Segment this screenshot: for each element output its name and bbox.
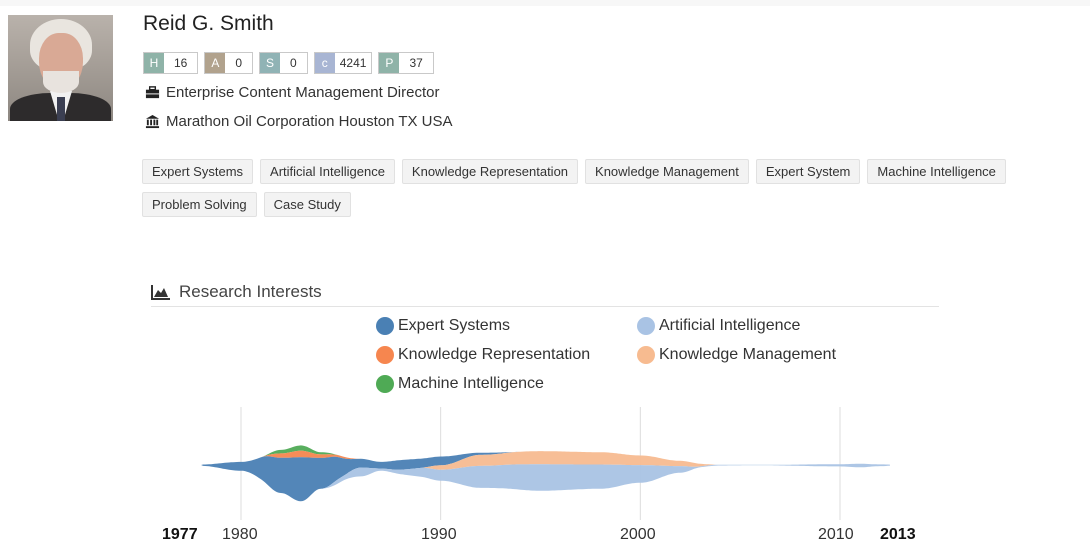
legend-dot bbox=[637, 346, 655, 364]
metric-value: 0 bbox=[280, 53, 307, 73]
legend-label: Machine Intelligence bbox=[398, 375, 544, 392]
tag-chip[interactable]: Knowledge Management bbox=[585, 159, 749, 184]
metric-h-index[interactable]: H 16 bbox=[143, 52, 199, 74]
metric-value: 37 bbox=[399, 53, 433, 73]
metric-value: 4241 bbox=[334, 53, 372, 73]
axis-tick-label: 2000 bbox=[620, 526, 656, 543]
legend-label: Artificial Intelligence bbox=[659, 317, 801, 334]
heading-divider bbox=[151, 306, 939, 307]
tag-chip[interactable]: Expert System bbox=[755, 159, 861, 184]
tag-chip[interactable]: Problem Solving bbox=[142, 192, 257, 217]
axis-end-label: 2013 bbox=[880, 526, 916, 543]
legend-item-knowledge-management[interactable]: Knowledge Management bbox=[637, 346, 836, 364]
metric-papers[interactable]: P 37 bbox=[378, 52, 434, 74]
metrics-row: H 16 A 0 S 0 c 4241 P 37 bbox=[143, 52, 434, 74]
metric-value: 0 bbox=[225, 53, 253, 73]
institution-icon bbox=[145, 114, 160, 129]
legend-label: Knowledge Management bbox=[659, 346, 837, 363]
research-streamgraph bbox=[191, 407, 890, 520]
organization-text: Marathon Oil Corporation Houston TX USA bbox=[166, 113, 453, 130]
tag-chip[interactable]: Machine Intelligence bbox=[867, 159, 1006, 184]
legend-item-artificial-intelligence[interactable]: Artificial Intelligence bbox=[637, 317, 800, 335]
axis-tick-label: 1990 bbox=[421, 526, 457, 543]
tag-chip[interactable]: Knowledge Representation bbox=[401, 159, 579, 184]
legend-dot bbox=[376, 375, 394, 393]
tag-chip[interactable]: Expert Systems bbox=[142, 159, 254, 184]
organization-row: Marathon Oil Corporation Houston TX USA bbox=[145, 113, 453, 130]
metric-key: P bbox=[379, 53, 400, 73]
legend-label: Knowledge Representation bbox=[398, 346, 591, 363]
metric-key: H bbox=[144, 53, 164, 73]
legend-item-knowledge-representation[interactable]: Knowledge Representation bbox=[376, 346, 590, 364]
research-interests-title: Research Interests bbox=[179, 282, 322, 301]
area-chart-icon bbox=[151, 285, 170, 300]
tag-list: Expert Systems Artificial Intelligence Kno… bbox=[142, 159, 1082, 225]
axis-start-label: 1977 bbox=[162, 526, 198, 543]
metric-citations[interactable]: c 4241 bbox=[313, 52, 373, 74]
legend-dot bbox=[376, 317, 394, 335]
axis-tick-label: 1980 bbox=[222, 526, 258, 543]
metric-key: A bbox=[205, 53, 226, 73]
profile-name: Reid G. Smith bbox=[143, 12, 274, 35]
legend-item-machine-intelligence[interactable]: Machine Intelligence bbox=[376, 375, 544, 393]
legend-label: Expert Systems bbox=[398, 317, 511, 334]
position-row: Enterprise Content Management Director bbox=[145, 84, 439, 101]
metric-value: 16 bbox=[164, 53, 198, 73]
legend-dot bbox=[637, 317, 655, 335]
tag-chip[interactable]: Case Study bbox=[263, 192, 351, 217]
position-text: Enterprise Content Management Director bbox=[166, 84, 440, 101]
top-strip bbox=[0, 0, 1090, 6]
metric-s[interactable]: S 0 bbox=[259, 52, 308, 74]
axis-tick-label: 2010 bbox=[818, 526, 854, 543]
tag-chip[interactable]: Artificial Intelligence bbox=[260, 159, 395, 184]
briefcase-icon bbox=[145, 86, 160, 99]
research-interests-heading: Research Interests bbox=[151, 282, 322, 302]
profile-photo bbox=[8, 15, 113, 121]
metric-key: S bbox=[260, 53, 281, 73]
metric-key: c bbox=[314, 53, 335, 73]
legend-item-expert-systems[interactable]: Expert Systems bbox=[376, 317, 510, 335]
legend-dot bbox=[376, 346, 394, 364]
metric-a[interactable]: A 0 bbox=[204, 52, 254, 74]
